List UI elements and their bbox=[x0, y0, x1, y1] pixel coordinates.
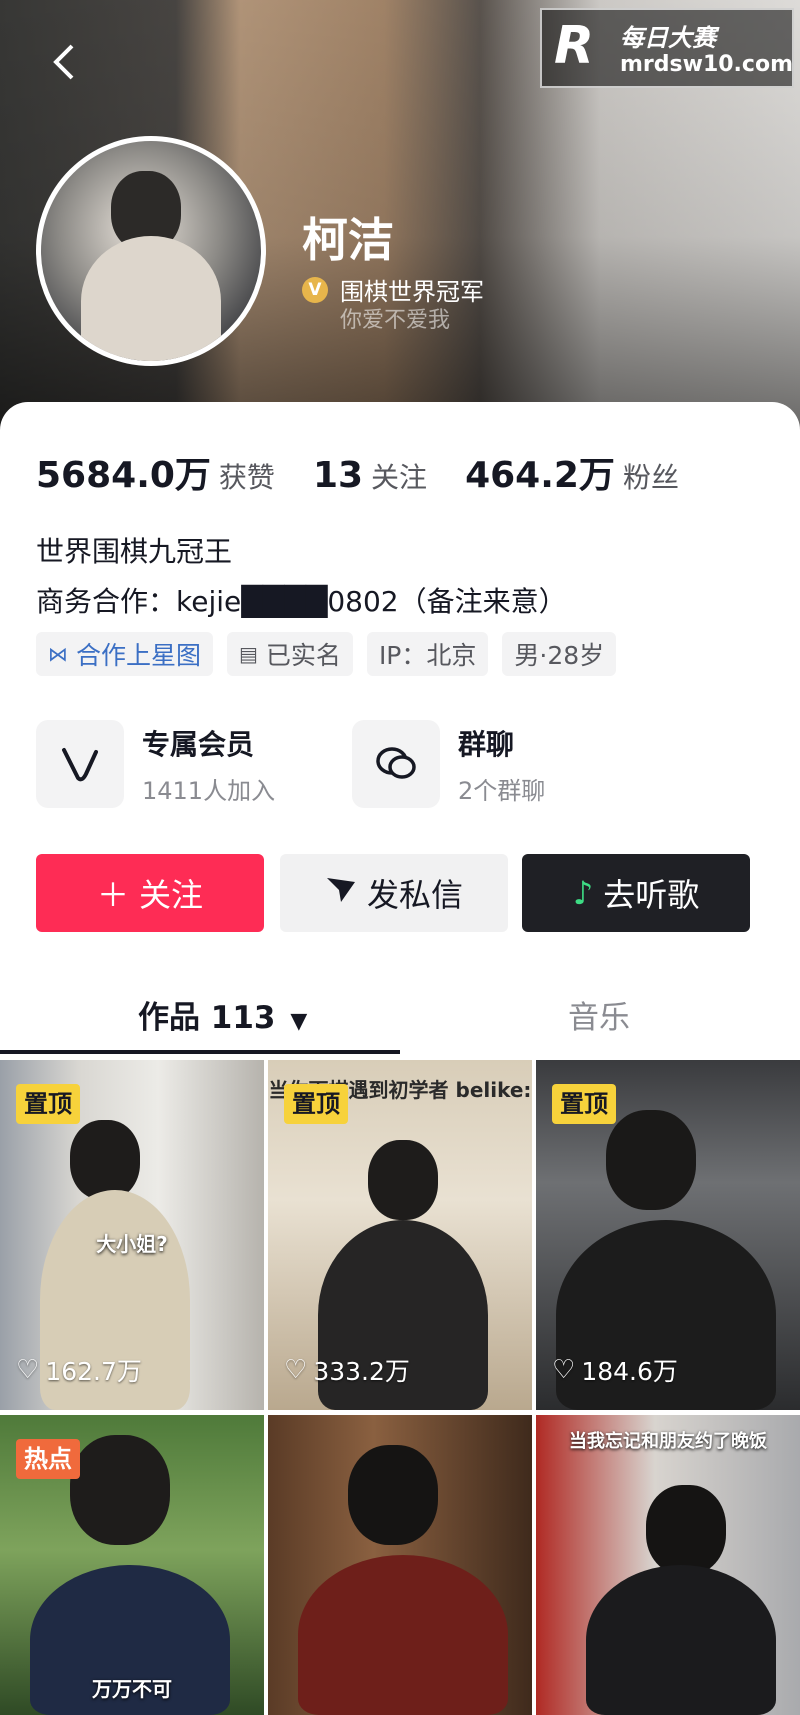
video-likes-count: 333.2万 bbox=[313, 1357, 410, 1386]
membership-title: 专属会员 bbox=[142, 727, 255, 761]
video-thumbnail[interactable]: 置顶 ♡ 184.6万 bbox=[536, 1060, 800, 1410]
tab-music[interactable]: 音乐 bbox=[568, 992, 630, 1037]
stat-followers[interactable]: 464.2万 粉丝 bbox=[465, 446, 679, 498]
follow-label: 关注 bbox=[139, 876, 204, 914]
stat-likes-value: 5684.0万 bbox=[36, 455, 211, 496]
bio-line-2: 商务合作：kejie████0802（备注来意） bbox=[36, 585, 567, 618]
stat-following-label: 关注 bbox=[371, 461, 428, 494]
heart-icon: ♡ bbox=[16, 1355, 40, 1385]
video-thumbnail[interactable]: 当你下棋遇到初学者 belike: 置顶 ♡ 333.2万 bbox=[268, 1060, 532, 1410]
heart-icon: ♡ bbox=[284, 1355, 308, 1385]
tag-star-map[interactable]: ⋈ 合作上星图 bbox=[36, 632, 214, 676]
video-thumbnail[interactable]: 万万不可 热点 bbox=[0, 1415, 264, 1715]
music-note-icon: ♪ bbox=[572, 874, 594, 912]
watermark-url: mrdsw10.com bbox=[620, 52, 793, 77]
listen-music-label: 去听歌 bbox=[603, 876, 700, 914]
bio-line-1: 世界围棋九冠王 bbox=[36, 535, 233, 568]
video-likes: ♡ 184.6万 bbox=[552, 1352, 678, 1388]
video-thumbnail[interactable] bbox=[268, 1415, 532, 1715]
caret-down-icon: ▼ bbox=[290, 1009, 308, 1034]
tab-indicator bbox=[0, 1050, 400, 1054]
content-tabs: 作品 113 ▼ 音乐 bbox=[0, 984, 800, 1056]
profile-header: R 每日大赛 mrdsw10.com 柯洁 V 围棋世界冠军 你爱不爱我 bbox=[0, 0, 800, 430]
stat-following[interactable]: 13 关注 bbox=[313, 455, 427, 496]
send-icon bbox=[325, 874, 357, 912]
stat-following-value: 13 bbox=[312, 455, 364, 496]
pinned-badge: 置顶 bbox=[552, 1084, 616, 1124]
video-caption: 大小姐? bbox=[96, 1232, 168, 1256]
watermark-title: 每日大赛 bbox=[620, 24, 716, 52]
tab-works[interactable]: 作品 113 ▼ bbox=[138, 992, 307, 1037]
pinned-badge: 置顶 bbox=[284, 1084, 348, 1124]
pinned-badge: 置顶 bbox=[16, 1084, 80, 1124]
hot-badge: 热点 bbox=[16, 1439, 80, 1479]
verified-icon: V bbox=[302, 276, 328, 303]
video-likes: ♡ 333.2万 bbox=[284, 1352, 410, 1388]
stat-followers-value: 464.2万 bbox=[465, 455, 615, 496]
video-caption: 当我忘记和朋友约了晚饭 bbox=[569, 1431, 767, 1452]
group-chat-icon bbox=[352, 720, 440, 808]
feature-group-chat[interactable]: 群聊 2个群聊 bbox=[352, 720, 545, 808]
watermark-logo: R bbox=[554, 16, 595, 76]
listen-music-button[interactable]: ♪ 去听歌 bbox=[522, 854, 750, 932]
tags-row: ⋈ 合作上星图 ▤ 已实名 IP：北京 男·28岁 bbox=[36, 632, 630, 676]
video-thumbnail[interactable]: 当我忘记和朋友约了晚饭 bbox=[536, 1415, 800, 1715]
tag-gender-age: 男·28岁 bbox=[502, 632, 617, 676]
tag-verified-label: 已实名 bbox=[265, 641, 341, 670]
tag-verified[interactable]: ▤ 已实名 bbox=[227, 632, 353, 676]
header-subtitle: 你爱不爱我 bbox=[340, 308, 451, 333]
video-grid: 大小姐? 置顶 ♡ 162.7万 当你下棋遇到初学者 belike: 置顶 ♡ 33… bbox=[0, 1060, 800, 1715]
stat-likes[interactable]: 5684.0万 获赞 bbox=[36, 446, 275, 498]
back-button[interactable] bbox=[48, 42, 88, 82]
group-chat-title: 群聊 bbox=[458, 727, 515, 761]
avatar[interactable] bbox=[36, 136, 266, 366]
tag-ip: IP：北京 bbox=[366, 632, 489, 676]
follow-button[interactable]: ＋ 关注 bbox=[36, 854, 264, 932]
group-chat-sub: 2个群聊 bbox=[458, 776, 546, 805]
chevron-left-icon bbox=[53, 44, 74, 80]
vip-icon bbox=[36, 720, 124, 808]
tag-star-map-label: 合作上星图 bbox=[76, 641, 202, 670]
stats-row: 5684.0万 获赞 13 关注 464.2万 粉丝 bbox=[36, 446, 717, 498]
video-likes-count: 184.6万 bbox=[581, 1357, 678, 1386]
message-label: 发私信 bbox=[366, 876, 463, 914]
plus-icon: ＋ bbox=[96, 876, 129, 914]
video-caption: 万万不可 bbox=[92, 1677, 172, 1701]
tab-works-label: 作品 113 bbox=[138, 1000, 276, 1036]
video-likes: ♡ 162.7万 bbox=[16, 1352, 142, 1388]
id-card-icon: ▤ bbox=[239, 642, 258, 666]
profile-name: 柯洁 bbox=[302, 213, 394, 267]
feature-membership[interactable]: 专属会员 1411人加入 bbox=[36, 720, 275, 808]
tag-ip-label: IP：北京 bbox=[378, 641, 477, 670]
tag-gender-age-label: 男·28岁 bbox=[514, 641, 605, 670]
star-map-icon: ⋈ bbox=[48, 642, 68, 666]
membership-sub: 1411人加入 bbox=[142, 776, 276, 805]
stat-likes-label: 获赞 bbox=[218, 461, 275, 494]
tab-music-label: 音乐 bbox=[568, 1000, 630, 1036]
video-thumbnail[interactable]: 大小姐? 置顶 ♡ 162.7万 bbox=[0, 1060, 264, 1410]
watermark: R 每日大赛 mrdsw10.com bbox=[540, 8, 794, 88]
message-button[interactable]: 发私信 bbox=[280, 854, 508, 932]
heart-icon: ♡ bbox=[552, 1355, 576, 1385]
video-likes-count: 162.7万 bbox=[45, 1357, 142, 1386]
stat-followers-label: 粉丝 bbox=[622, 461, 679, 494]
